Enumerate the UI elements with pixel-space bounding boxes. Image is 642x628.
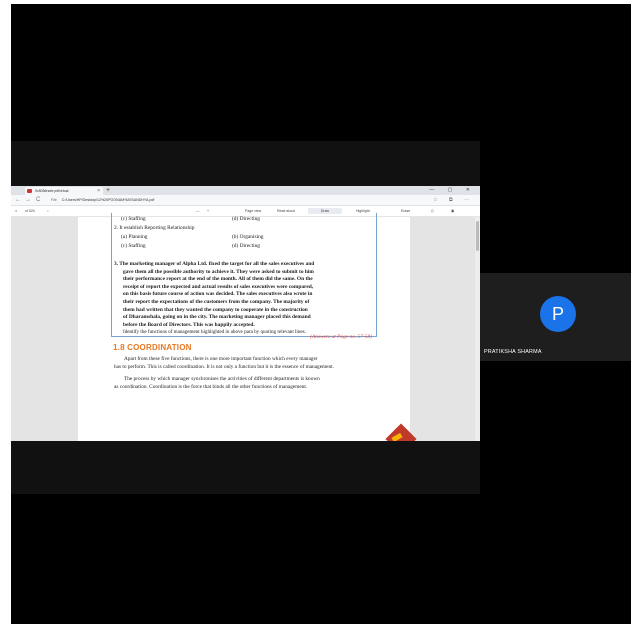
pdf-page: (c) Staffing (d) Directing 2. It establi…	[78, 213, 417, 446]
file-label: File	[51, 198, 57, 202]
url-field[interactable]: File C:/Users/HP/Desktop/12%20POONAM%20S…	[51, 196, 381, 204]
page-indicator[interactable]: of 520	[25, 206, 35, 216]
url-text: C:/Users/HP/Desktop/12%20POONAM%20SANDHY…	[61, 198, 155, 202]
option-c: (c) Staffing	[121, 216, 146, 222]
option-d: (d) Directing	[232, 216, 260, 222]
question-line: of Dharamshala, going on in the city. Th…	[123, 314, 311, 321]
pdf-viewer[interactable]: (c) Staffing (d) Directing 2. It establi…	[11, 213, 480, 446]
contents-icon[interactable]: ≡	[15, 206, 17, 216]
window-controls[interactable]: — ▢ ✕	[429, 186, 476, 195]
question-2: 2. It establish Reporting Relationship	[114, 225, 195, 231]
question-line: on this basis future course of action wa…	[123, 291, 313, 298]
question-line: their performance report at the end of t…	[123, 276, 313, 283]
question-3: 3. The marketing manager of Alpha Ltd. f…	[114, 261, 370, 329]
question-line: gave them all the possible authority to …	[123, 268, 314, 275]
answer-reference: (Answers at Page no. 57-58)	[310, 334, 372, 340]
question-line: them had written that they wanted the co…	[123, 306, 308, 313]
browser-extension-icons[interactable]: ☆ ⧉ ⋯	[433, 195, 474, 205]
question-line: their report the expectations of the cus…	[123, 298, 310, 305]
screen-bottom-band	[11, 441, 480, 494]
option-c: (c) Staffing	[121, 243, 146, 249]
reload-icon[interactable]: C	[36, 195, 40, 205]
option-d: (d) Directing	[232, 243, 260, 249]
identify-instruction: Identify the functions of management hig…	[123, 329, 306, 335]
question-line: 3. The marketing manager of Alpha Ltd. f…	[114, 261, 315, 267]
option-a: (a) Planning	[121, 234, 148, 240]
participant-name: PRATIKSHA SHARMA	[484, 349, 542, 355]
print-icon[interactable]: ⎙	[431, 206, 434, 216]
participant-tile[interactable]: P PRATIKSHA SHARMA	[480, 273, 631, 361]
paragraph-line: Apart from these five functions, there i…	[124, 356, 318, 362]
shared-screen: 9c5056rsetr.pdfvirtual × + — ▢ ✕ ← → C F…	[11, 141, 480, 446]
tab-close-icon[interactable]: ×	[97, 187, 100, 195]
paragraph-line: as coordination. Coordination is the for…	[114, 384, 308, 391]
forward-icon[interactable]: →	[25, 195, 31, 205]
paragraph-line: The process by which manager synchronise…	[124, 376, 320, 382]
browser-tab-bar: 9c5056rsetr.pdfvirtual × + — ▢ ✕	[11, 186, 480, 195]
section-heading: 1.8 COORDINATION	[113, 343, 192, 352]
tab-title: 9c5056rsetr.pdfvirtual	[35, 189, 69, 193]
scrollbar-thumb[interactable]	[476, 221, 479, 251]
question-line: receipt of report the expected and actua…	[123, 283, 314, 290]
paragraph-line: has to perform. This is called coordinat…	[114, 364, 334, 371]
search-icon[interactable]: ⌕	[47, 206, 49, 216]
back-icon[interactable]: ←	[15, 195, 21, 205]
section-paragraph-2: The process by which manager synchronise…	[114, 375, 376, 392]
pdf-icon	[27, 189, 32, 193]
participant-avatar: P	[540, 296, 576, 332]
address-bar: ← → C File C:/Users/HP/Desktop/12%20POON…	[11, 195, 480, 206]
section-paragraph-1: Apart from these five functions, there i…	[114, 355, 376, 372]
screen-top-band	[11, 141, 480, 186]
new-tab-button[interactable]: +	[106, 186, 110, 195]
option-b: (b) Organising	[232, 234, 264, 240]
meeting-stage: 9c5056rsetr.pdfvirtual × + — ▢ ✕ ← → C F…	[11, 4, 631, 624]
save-icon[interactable]: ▣	[451, 206, 454, 216]
erase-button[interactable]: Erase	[401, 206, 410, 216]
browser-tab[interactable]: 9c5056rsetr.pdfvirtual ×	[25, 187, 103, 195]
